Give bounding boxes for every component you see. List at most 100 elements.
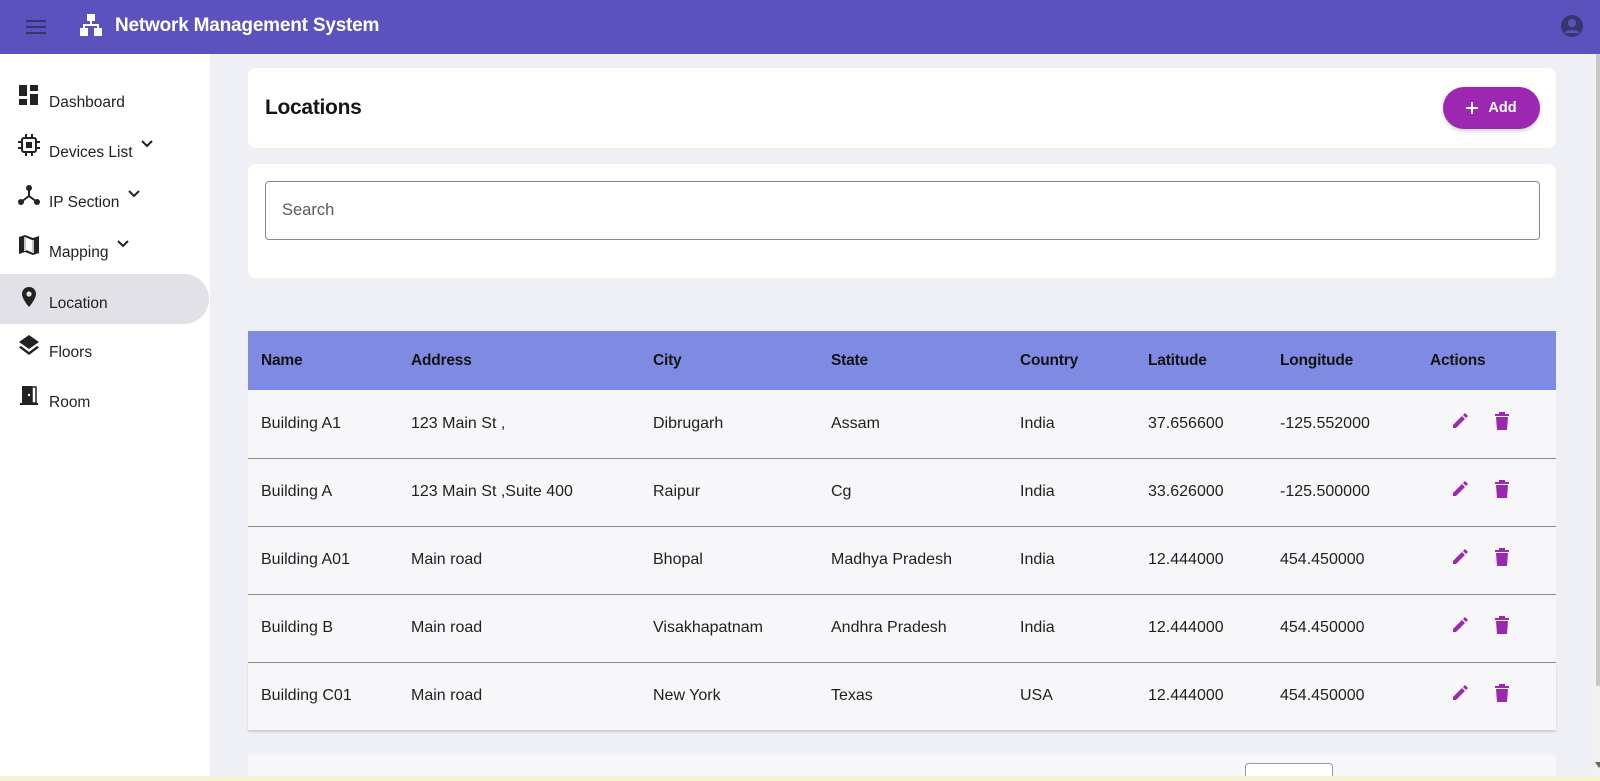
sidebar-item-room[interactable]: Room <box>0 372 209 422</box>
sidebar-item-dashboard[interactable]: Dashboard <box>0 72 209 122</box>
edit-icon[interactable] <box>1448 613 1472 637</box>
search-input[interactable] <box>265 181 1540 240</box>
sidebar-item-label: Floors <box>49 344 93 361</box>
account-circle-icon[interactable] <box>1560 14 1584 38</box>
cell-latitude: 37.656600 <box>1148 414 1224 432</box>
sidebar-item-label: Dashboard <box>49 94 125 111</box>
chevron-down-icon[interactable] <box>115 236 131 252</box>
plus-icon <box>1466 102 1479 114</box>
cell-city: Raipur <box>653 483 701 500</box>
chevron-down-icon[interactable] <box>126 186 142 202</box>
door-icon <box>18 384 40 406</box>
cell-name: Building B <box>261 619 334 636</box>
cell-state: Cg <box>831 483 852 500</box>
sidebar-item-location[interactable]: Location <box>0 274 209 324</box>
sidebar-item-label: Devices List <box>49 144 133 161</box>
cell-address: 123 Main St ,Suite 400 <box>411 483 573 500</box>
cell-country: India <box>1020 483 1055 500</box>
edit-icon[interactable] <box>1448 545 1472 569</box>
layers-icon <box>18 334 40 356</box>
cell-state: Texas <box>831 687 873 705</box>
cell-actions <box>1417 390 1556 458</box>
sidebar-item-mapping[interactable]: Mapping <box>0 222 209 272</box>
cell-longitude: 454.450000 <box>1280 619 1365 636</box>
chip-icon <box>18 134 40 156</box>
edit-icon[interactable] <box>1448 477 1472 501</box>
table-row: Building C01 Main road New York Texas US… <box>248 662 1556 730</box>
locations-table: Name Address City State Country Latitude… <box>248 331 1556 730</box>
column-header-longitude[interactable]: Longitude <box>1267 331 1417 390</box>
edit-icon[interactable] <box>1448 409 1472 433</box>
cell-name: Building C01 <box>261 687 352 705</box>
cell-state: Assam <box>831 414 880 432</box>
window-bottom-edge <box>0 776 1600 781</box>
cell-state: Madhya Pradesh <box>831 551 952 568</box>
cell-name: Building A <box>261 483 333 500</box>
column-header-latitude[interactable]: Latitude <box>1135 331 1267 390</box>
hub-icon <box>18 184 40 206</box>
cell-name: Building A01 <box>261 551 350 568</box>
scrollbar-thumb[interactable] <box>1596 54 1600 686</box>
page-header-card: Locations <box>248 68 1556 148</box>
cell-country: India <box>1020 619 1055 636</box>
add-button-label: Add <box>1488 100 1517 116</box>
cell-city: Dibrugarh <box>653 414 724 432</box>
cell-actions <box>1417 526 1556 594</box>
cell-name: Building A1 <box>261 414 342 432</box>
cell-longitude: 454.450000 <box>1280 687 1365 705</box>
sidebar-item-label: Mapping <box>49 244 109 261</box>
app-header: Network Management System <box>0 0 1600 54</box>
page-title: Locations <box>265 96 362 119</box>
table-row: Building B Main road Visakhapatnam Andhr… <box>248 594 1556 662</box>
cell-longitude: -125.500000 <box>1280 483 1370 500</box>
sidebar-item-label: Location <box>49 295 108 312</box>
cell-actions <box>1417 662 1556 730</box>
cell-country: USA <box>1020 687 1053 705</box>
add-button[interactable]: Add <box>1443 87 1540 129</box>
edit-icon[interactable] <box>1448 681 1472 705</box>
dashboard-icon <box>18 84 40 106</box>
column-header-actions: Actions <box>1430 351 1486 369</box>
delete-icon[interactable] <box>1490 613 1514 637</box>
table-header-row: Name Address City State Country Latitude… <box>248 331 1556 390</box>
delete-icon[interactable] <box>1490 477 1514 501</box>
cell-address: Main road <box>411 551 483 568</box>
delete-icon[interactable] <box>1490 681 1514 705</box>
chevron-down-icon[interactable] <box>139 136 155 152</box>
cell-country: India <box>1020 551 1055 568</box>
sidebar-item-ip-section[interactable]: IP Section <box>0 172 209 222</box>
column-header-country[interactable]: Country <box>1007 331 1135 390</box>
scroll-down-arrow-icon[interactable] <box>1595 762 1600 768</box>
app-title: Network Management System <box>115 15 380 36</box>
sidebar-item-label: IP Section <box>49 194 120 211</box>
sidebar-item-floors[interactable]: Floors <box>0 322 209 372</box>
sidebar-item-devices-list[interactable]: Devices List <box>0 122 209 172</box>
cell-address: 123 Main St , <box>411 414 506 432</box>
cell-latitude: 12.444000 <box>1148 551 1224 568</box>
cell-longitude: -125.552000 <box>1280 414 1370 432</box>
cell-city: Bhopal <box>653 551 703 568</box>
cell-state: Andhra Pradesh <box>831 619 947 636</box>
delete-icon[interactable] <box>1490 545 1514 569</box>
delete-icon[interactable] <box>1490 409 1514 433</box>
cell-country: India <box>1020 414 1055 432</box>
column-header-address[interactable]: Address <box>398 331 640 390</box>
cell-address: Main road <box>411 687 483 705</box>
location-pin-icon <box>18 286 40 308</box>
cell-actions <box>1417 594 1556 662</box>
table-row: Building A 123 Main St ,Suite 400 Raipur… <box>248 458 1556 526</box>
hamburger-menu-icon[interactable] <box>22 13 50 41</box>
table-row: Building A01 Main road Bhopal Madhya Pra… <box>248 526 1556 594</box>
column-header-state[interactable]: State <box>818 331 1007 390</box>
cell-latitude: 12.444000 <box>1148 619 1224 636</box>
column-header-city[interactable]: City <box>640 331 818 390</box>
cell-latitude: 12.444000 <box>1148 687 1224 705</box>
map-icon <box>18 234 40 256</box>
cell-actions <box>1417 458 1556 526</box>
sidebar: Dashboard Devices List IP Section Mappin… <box>0 54 210 781</box>
cell-city: Visakhapatnam <box>653 619 763 636</box>
sidebar-item-label: Room <box>49 394 91 411</box>
cell-city: New York <box>653 687 721 705</box>
cell-latitude: 33.626000 <box>1148 483 1224 500</box>
column-header-name[interactable]: Name <box>248 331 398 390</box>
